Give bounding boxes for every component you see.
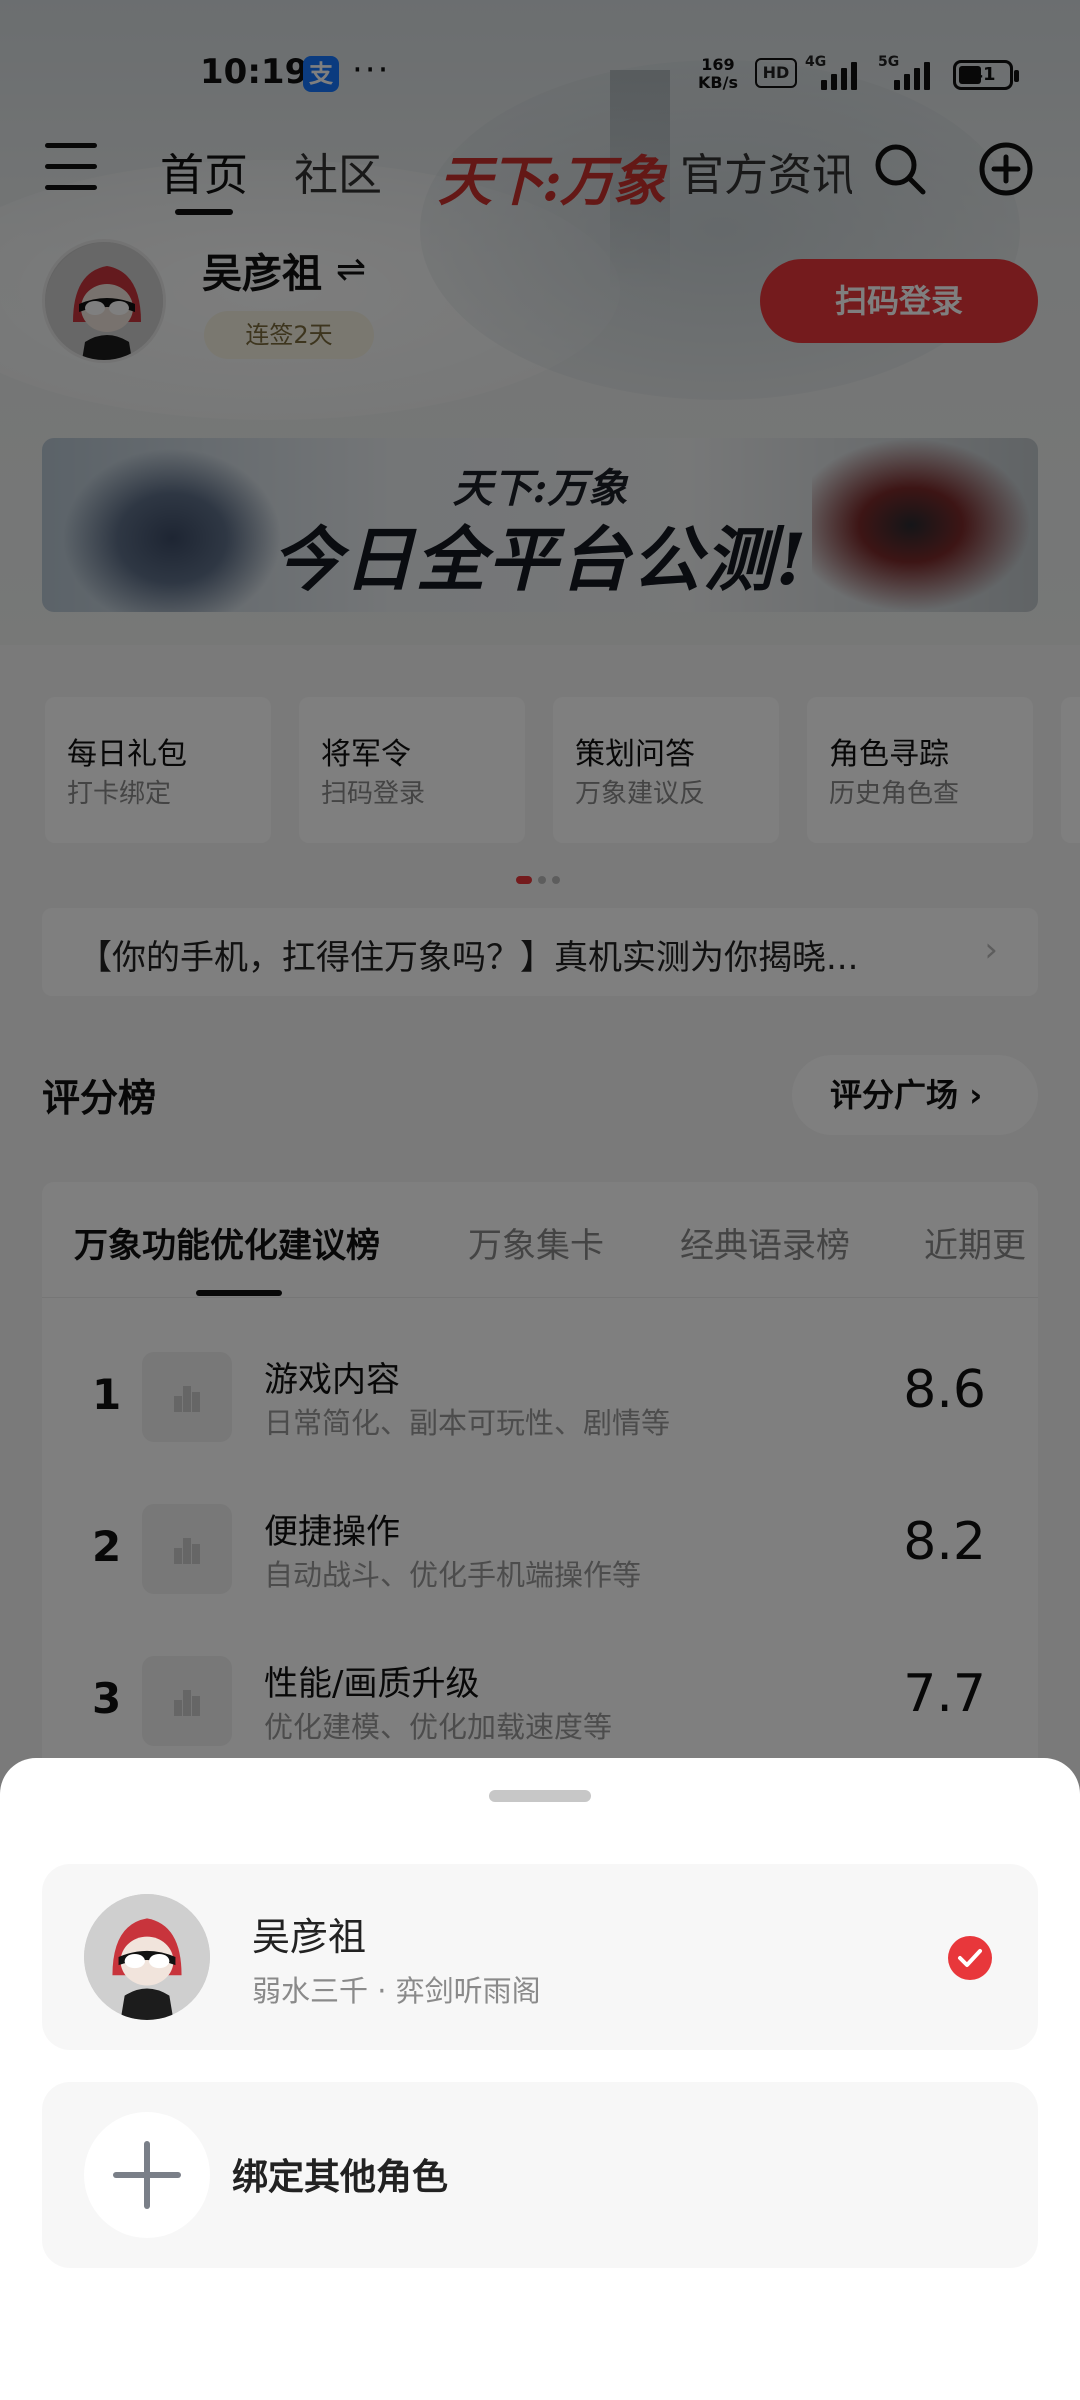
role-server-school: 弱水三千 · 弈剑听雨阁 [252, 1974, 541, 2008]
role-select-sheet: 吴彦祖 弱水三千 · 弈剑听雨阁 绑定其他角色 [0, 1758, 1080, 2400]
role-card-selected[interactable]: 吴彦祖 弱水三千 · 弈剑听雨阁 [42, 1864, 1038, 2050]
plus-icon [84, 2112, 210, 2238]
sheet-drag-handle[interactable] [489, 1790, 591, 1802]
selected-check-icon [948, 1936, 992, 1980]
role-avatar [84, 1894, 210, 2020]
bind-other-role-button[interactable]: 绑定其他角色 [42, 2082, 1038, 2268]
bind-other-role-label: 绑定其他角色 [232, 2157, 449, 2198]
role-name: 吴彦祖 [252, 1915, 367, 1959]
